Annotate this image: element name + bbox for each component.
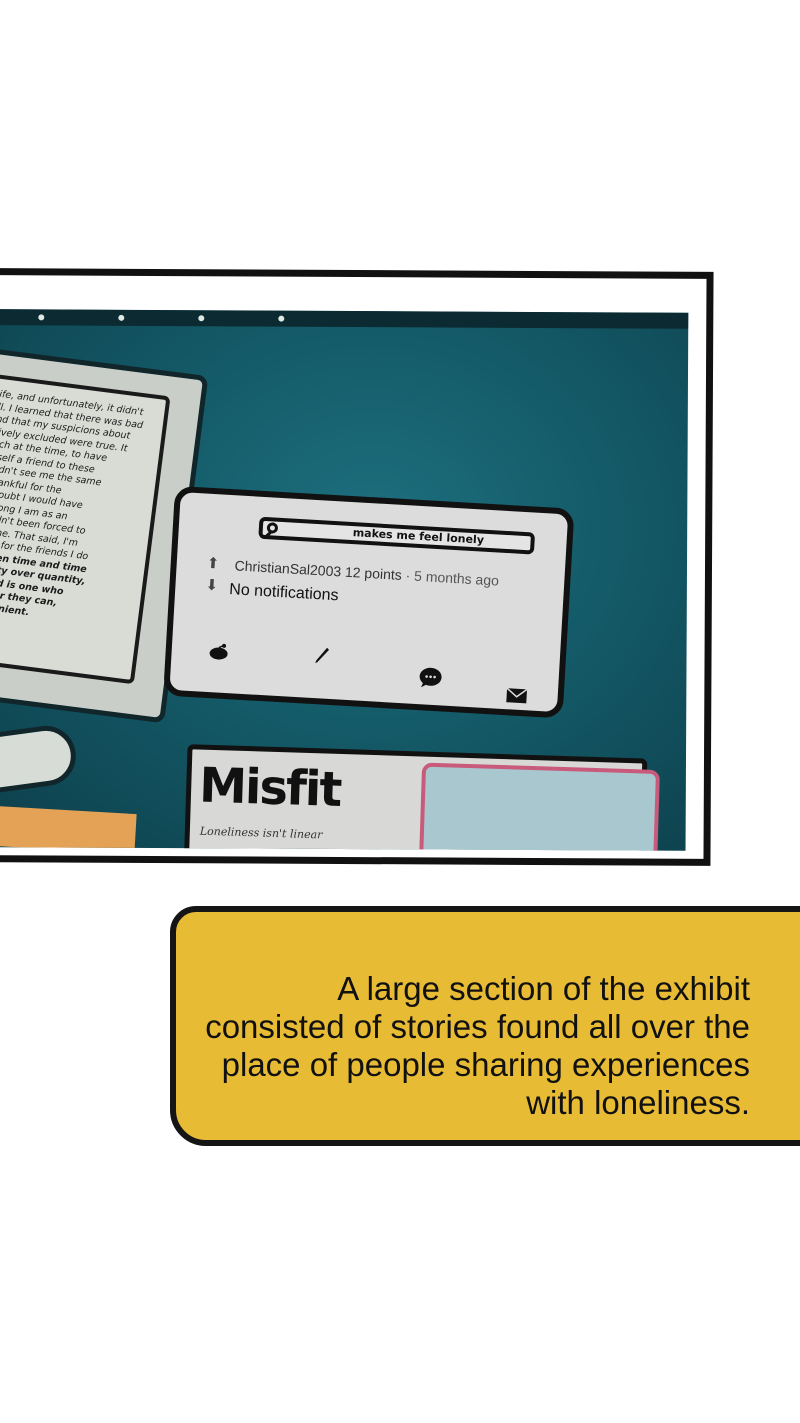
downvote-icon: ⬇ xyxy=(205,576,219,595)
misfit-card: Misfit Loneliness isn't linear xyxy=(184,744,661,851)
search-bar: makes me feel lonely xyxy=(258,516,536,555)
wall-shape-white xyxy=(0,722,80,797)
string-lights xyxy=(28,314,328,326)
search-icon xyxy=(266,522,279,534)
chat-icon xyxy=(418,666,444,694)
mail-icon xyxy=(505,687,528,709)
search-query: makes me feel lonely xyxy=(352,526,485,547)
photo-frame: ife, and unfortunately, it didn't ll. I … xyxy=(0,268,714,866)
points: 12 points xyxy=(344,563,403,583)
username: ChristianSal2003 xyxy=(234,557,342,580)
story-text: ife, and unfortunately, it didn't ll. I … xyxy=(0,373,171,685)
puzzle-piece xyxy=(418,762,661,851)
pencil-icon xyxy=(313,644,332,670)
reddit-post-card: makes me feel lonely ⬆ ⬇ ChristianSal200… xyxy=(163,485,575,719)
exhibit-photo: ife, and unfortunately, it didn't ll. I … xyxy=(0,309,689,851)
time-ago: 5 months ago xyxy=(413,567,500,589)
wall-shape-orange xyxy=(0,804,137,851)
misfit-subtitle: Loneliness isn't linear xyxy=(199,824,323,842)
notification-text: No notifications xyxy=(228,581,340,605)
caption-box: A large section of the exhibit consisted… xyxy=(170,906,800,1146)
separator: · xyxy=(405,567,411,584)
misfit-title: Misfit xyxy=(198,757,342,818)
caption-text: A large section of the exhibit consisted… xyxy=(205,970,750,1121)
reddit-icon xyxy=(207,642,230,666)
upvote-icon: ⬆ xyxy=(206,554,220,573)
